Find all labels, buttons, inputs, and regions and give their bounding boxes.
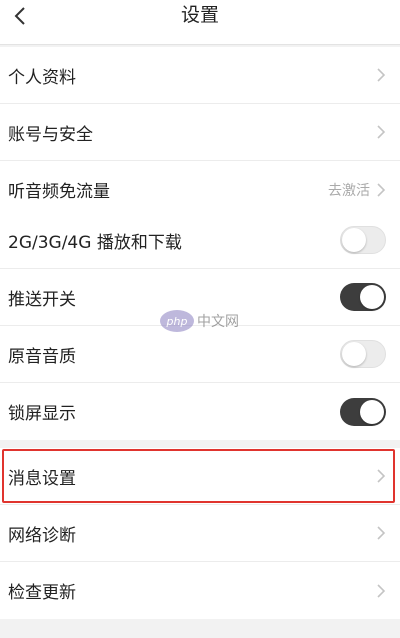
mobile-data-toggle[interactable] bbox=[340, 226, 386, 254]
activate-link[interactable]: 去激活 bbox=[328, 180, 370, 200]
settings-item-label: 检查更新 bbox=[8, 583, 76, 603]
settings-item-label: 推送开关 bbox=[8, 289, 76, 310]
settings-item-network-diagnosis[interactable]: 网络诊断 bbox=[0, 505, 400, 562]
settings-item-label: 消息设置 bbox=[8, 468, 76, 489]
watermark-text: 中文网 bbox=[197, 314, 239, 330]
chevron-right-icon bbox=[377, 125, 386, 139]
push-toggle[interactable] bbox=[340, 283, 386, 311]
settings-item-free-data[interactable]: 听音频免流量 去激活 bbox=[0, 161, 400, 218]
settings-item-label: 个人资料 bbox=[8, 67, 76, 88]
settings-item-account-security[interactable]: 账号与安全 bbox=[0, 104, 400, 161]
settings-item-label: 听音频免流量 bbox=[8, 182, 110, 202]
settings-item-message[interactable]: 消息设置 bbox=[0, 448, 400, 505]
toggle-knob bbox=[360, 285, 384, 309]
original-quality-toggle[interactable] bbox=[340, 340, 386, 368]
settings-item-profile[interactable]: 个人资料 bbox=[0, 47, 400, 104]
settings-item-lock-screen: 锁屏显示 bbox=[0, 383, 400, 440]
chevron-right-icon bbox=[377, 68, 386, 82]
php-logo-icon: php bbox=[160, 310, 194, 332]
settings-item-label: 锁屏显示 bbox=[8, 404, 76, 424]
settings-item-label: 网络诊断 bbox=[8, 525, 76, 546]
settings-group-account: 个人资料 账号与安全 听音频免流量 去激活 bbox=[0, 47, 400, 218]
settings-item-check-update[interactable]: 检查更新 bbox=[0, 562, 400, 619]
settings-item-mobile-data-playback: 2G/3G/4G 播放和下载 bbox=[0, 212, 400, 269]
toggle-knob bbox=[360, 399, 384, 424]
settings-item-label: 2G/3G/4G 播放和下载 bbox=[8, 232, 182, 253]
settings-item-original-quality: 原音音质 bbox=[0, 326, 400, 383]
settings-item-label: 原音音质 bbox=[8, 346, 76, 367]
settings-group-other: 消息设置 网络诊断 检查更新 bbox=[0, 448, 400, 619]
watermark: php 中文网 bbox=[160, 310, 239, 332]
toggle-knob bbox=[342, 342, 366, 366]
lock-screen-toggle[interactable] bbox=[340, 397, 386, 426]
page-title: 设置 bbox=[180, 4, 219, 26]
toggle-knob bbox=[342, 228, 366, 252]
chevron-right-icon bbox=[377, 583, 386, 598]
chevron-right-icon bbox=[377, 182, 386, 197]
chevron-right-icon bbox=[377, 469, 386, 483]
chevron-right-icon bbox=[377, 526, 386, 540]
settings-item-label: 账号与安全 bbox=[8, 124, 93, 145]
nav-header: 设置 bbox=[0, 0, 400, 45]
